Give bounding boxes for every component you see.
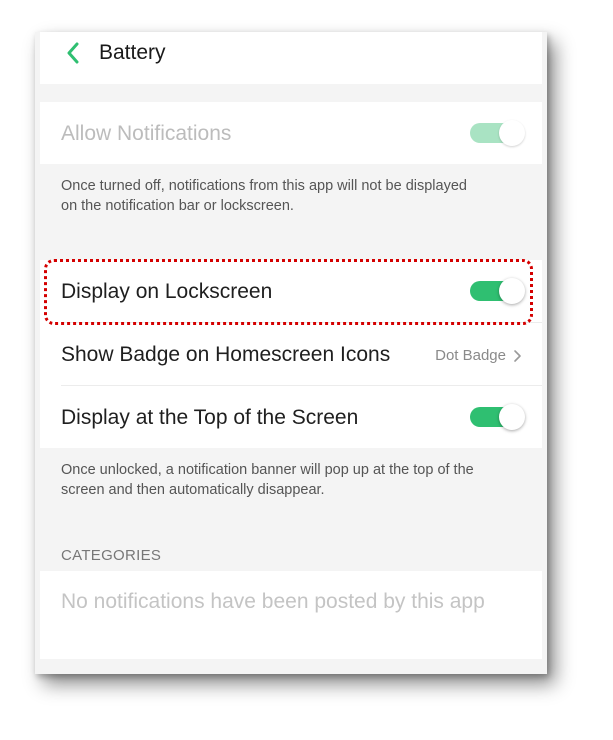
empty-categories-text: No notifications have been posted by thi…: [61, 590, 485, 613]
chevron-left-icon: [67, 42, 79, 64]
lockscreen-row[interactable]: Display on Lockscreen: [40, 260, 542, 322]
lockscreen-label: Display on Lockscreen: [61, 280, 273, 303]
top-screen-label: Display at the Top of the Screen: [61, 406, 359, 429]
back-button[interactable]: [62, 42, 84, 64]
allow-notifications-description: Once turned off, notifications from this…: [61, 178, 467, 214]
chevron-right-icon: [514, 350, 521, 362]
badge-label: Show Badge on Homescreen Icons: [61, 343, 391, 366]
allow-notifications-card: Allow Notifications: [40, 102, 542, 164]
categories-header: CATEGORIES: [61, 547, 162, 564]
toggle-knob: [499, 120, 525, 146]
categories-card: No notifications have been posted by thi…: [40, 571, 542, 659]
page-title: Battery: [99, 41, 166, 64]
toggle-knob: [499, 278, 525, 304]
allow-notifications-row: Allow Notifications: [40, 102, 542, 164]
banner-description: Once unlocked, a notification banner wil…: [61, 462, 474, 498]
allow-notifications-label: Allow Notifications: [61, 122, 232, 145]
lockscreen-toggle[interactable]: [470, 278, 526, 304]
allow-notifications-toggle[interactable]: [470, 120, 526, 146]
badge-row[interactable]: Show Badge on Homescreen Icons Dot Badge: [40, 323, 542, 385]
toggle-knob: [499, 404, 525, 430]
top-screen-toggle[interactable]: [470, 404, 526, 430]
phone-screen: Battery Allow Notifications Once turned …: [35, 32, 547, 674]
badge-value: Dot Badge: [435, 347, 506, 364]
top-screen-row[interactable]: Display at the Top of the Screen: [40, 386, 542, 448]
app-header: Battery: [40, 32, 542, 84]
display-settings-card: Display on Lockscreen Show Badge on Home…: [40, 260, 542, 448]
